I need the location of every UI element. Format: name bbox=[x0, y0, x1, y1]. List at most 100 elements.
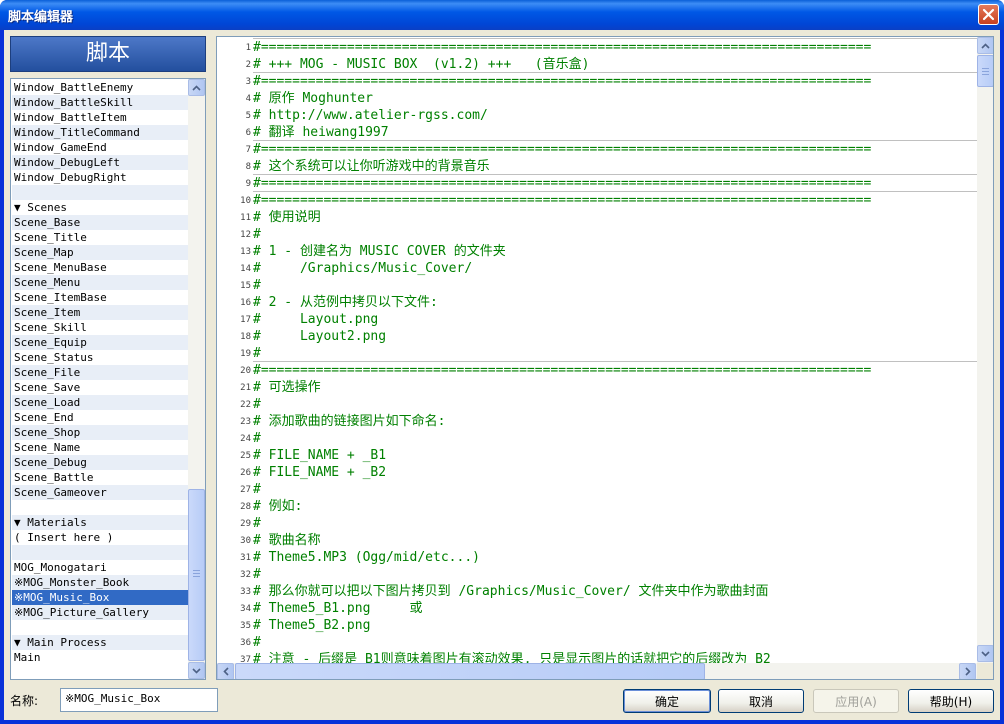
script-list-item[interactable] bbox=[12, 185, 188, 200]
script-list-item[interactable]: ※MOG_Music_Box bbox=[12, 590, 188, 605]
code-line[interactable]: # 歌曲名称 bbox=[253, 532, 321, 549]
script-list-item[interactable]: Scene_Skill bbox=[12, 320, 188, 335]
code-line[interactable]: # 1 - 创建名为 MUSIC COVER 的文件夹 bbox=[253, 243, 506, 260]
script-list-item[interactable]: Scene_Debug bbox=[12, 455, 188, 470]
scroll-right-button[interactable] bbox=[959, 663, 976, 679]
code-area[interactable]: #=======================================… bbox=[253, 37, 977, 663]
script-list-item[interactable]: ※MOG_Picture_Gallery bbox=[12, 605, 188, 620]
code-line[interactable]: # bbox=[253, 226, 261, 243]
script-list-item[interactable]: Window_DebugLeft bbox=[12, 155, 188, 170]
code-line[interactable]: #=======================================… bbox=[253, 192, 871, 209]
scroll-thumb[interactable] bbox=[188, 489, 205, 661]
code-line[interactable]: # Layout.png bbox=[253, 311, 378, 328]
code-line[interactable]: # FILE_NAME + _B1 bbox=[253, 447, 386, 464]
script-list-item[interactable]: Scene_Status bbox=[12, 350, 188, 365]
code-line[interactable]: # Theme5_B1.png 或 bbox=[253, 600, 423, 617]
script-list-item[interactable]: Scene_Map bbox=[12, 245, 188, 260]
code-line[interactable]: # bbox=[253, 430, 261, 447]
script-list-item[interactable]: Window_GameEnd bbox=[12, 140, 188, 155]
close-button[interactable] bbox=[978, 4, 999, 25]
script-list-item[interactable]: Window_BattleEnemy bbox=[12, 80, 188, 95]
code-line[interactable]: # Layout2.png bbox=[253, 328, 386, 345]
script-list-item[interactable]: ▼ Scenes bbox=[12, 200, 188, 215]
script-list-item[interactable]: Scene_Name bbox=[12, 440, 188, 455]
scroll-up-button[interactable] bbox=[977, 37, 993, 54]
code-line[interactable]: # 使用说明 bbox=[253, 209, 321, 226]
code-line[interactable]: # bbox=[253, 345, 261, 362]
code-line[interactable]: # bbox=[253, 515, 261, 532]
help-button[interactable]: 帮助(H) bbox=[908, 689, 994, 713]
code-line[interactable]: # 2 - 从范例中拷贝以下文件: bbox=[253, 294, 438, 311]
script-list-item[interactable]: Window_BattleSkill bbox=[12, 95, 188, 110]
code-line[interactable]: # 翻译 heiwang1997 bbox=[253, 124, 389, 141]
code-line[interactable]: # 注意 - 后缀是 B1则意味着图片有滚动效果, 只是显示图片的话就把它的后缀… bbox=[253, 651, 771, 663]
ok-button[interactable]: 确定 bbox=[623, 689, 711, 713]
script-list-item[interactable]: ※MOG_Monster_Book bbox=[12, 575, 188, 590]
scroll-down-button[interactable] bbox=[188, 662, 205, 679]
code-line[interactable]: # 例如: bbox=[253, 498, 302, 515]
line-number: 32 bbox=[240, 570, 251, 580]
code-line[interactable]: # Theme5_B2.png bbox=[253, 617, 370, 634]
script-list-item[interactable]: Scene_MenuBase bbox=[12, 260, 188, 275]
script-list-item[interactable]: Scene_Equip bbox=[12, 335, 188, 350]
editor-vertical-scrollbar[interactable] bbox=[977, 37, 993, 663]
script-list-item[interactable]: Scene_Title bbox=[12, 230, 188, 245]
script-list-item[interactable]: Scene_End bbox=[12, 410, 188, 425]
title-bar[interactable]: 脚本编辑器 bbox=[0, 0, 1004, 30]
script-list-item[interactable]: Scene_Battle bbox=[12, 470, 188, 485]
code-editor[interactable]: 1 2 3 4 5 6 7 8 9 10 11 12 13 14 15 16 17 18 19 20 21 22 23 24 2… bbox=[216, 36, 994, 680]
cancel-button[interactable]: 取消 bbox=[718, 689, 804, 713]
script-list-scrollbar[interactable] bbox=[188, 79, 205, 679]
apply-button[interactable]: 应用(A) bbox=[813, 689, 899, 713]
code-line[interactable]: # http://www.atelier-rgss.com/ bbox=[253, 107, 488, 124]
script-list-item[interactable]: Scene_ItemBase bbox=[12, 290, 188, 305]
code-line[interactable]: #=======================================… bbox=[253, 141, 871, 158]
code-line[interactable]: #=======================================… bbox=[253, 175, 871, 192]
scroll-thumb[interactable] bbox=[235, 663, 705, 679]
script-list-item[interactable]: ▼ Materials bbox=[12, 515, 188, 530]
code-line[interactable]: #=======================================… bbox=[253, 73, 871, 90]
code-line[interactable]: # bbox=[253, 634, 261, 651]
code-line[interactable]: #=======================================… bbox=[253, 362, 871, 379]
script-list[interactable]: Window_BattleEnemy Window_BattleSkill Wind… bbox=[10, 78, 206, 680]
code-line[interactable]: # 那么你就可以把以下图片拷贝到 /Graphics/Music_Cover/ … bbox=[253, 583, 769, 600]
code-line[interactable]: # 可选操作 bbox=[253, 379, 321, 396]
script-list-item[interactable]: Window_TitleCommand bbox=[12, 125, 188, 140]
editor-horizontal-scrollbar[interactable] bbox=[217, 663, 977, 679]
script-list-item[interactable]: Scene_Save bbox=[12, 380, 188, 395]
script-list-item[interactable]: Window_BattleItem bbox=[12, 110, 188, 125]
script-list-item[interactable]: ( Insert here ) bbox=[12, 530, 188, 545]
script-name-field[interactable]: ※MOG_Music_Box bbox=[60, 688, 218, 712]
script-list-item[interactable]: Main bbox=[12, 650, 188, 665]
code-line[interactable]: # /Graphics/Music_Cover/ bbox=[253, 260, 472, 277]
script-list-item[interactable]: Scene_Shop bbox=[12, 425, 188, 440]
scroll-up-button[interactable] bbox=[188, 79, 205, 96]
code-line[interactable]: # +++ MOG - MUSIC BOX (v1.2) +++ (音乐盒) bbox=[253, 56, 589, 73]
code-line[interactable]: # 添加歌曲的链接图片如下命名: bbox=[253, 413, 445, 430]
script-list-item[interactable] bbox=[12, 545, 188, 560]
script-list-item[interactable]: Scene_Item bbox=[12, 305, 188, 320]
script-list-item[interactable]: Scene_Menu bbox=[12, 275, 188, 290]
scroll-down-button[interactable] bbox=[977, 645, 993, 662]
script-list-item[interactable]: Scene_Gameover bbox=[12, 485, 188, 500]
code-line[interactable]: # bbox=[253, 481, 261, 498]
script-list-item[interactable] bbox=[12, 500, 188, 515]
script-list-item[interactable]: Window_DebugRight bbox=[12, 170, 188, 185]
script-list-item[interactable]: MOG_Monogatari bbox=[12, 560, 188, 575]
code-line[interactable]: # bbox=[253, 396, 261, 413]
code-line[interactable]: # FILE_NAME + _B2 bbox=[253, 464, 386, 481]
code-line[interactable]: # 原作 Moghunter bbox=[253, 90, 373, 107]
code-line[interactable]: #=======================================… bbox=[253, 39, 871, 56]
scroll-left-button[interactable] bbox=[217, 663, 234, 679]
script-list-item[interactable]: Scene_Base bbox=[12, 215, 188, 230]
code-line[interactable]: # bbox=[253, 277, 261, 294]
code-line[interactable]: # 这个系统可以让你听游戏中的背景音乐 bbox=[253, 158, 490, 175]
window-title: 脚本编辑器 bbox=[8, 10, 74, 25]
script-list-item[interactable]: Scene_Load bbox=[12, 395, 188, 410]
code-line[interactable]: # Theme5.MP3 (Ogg/mid/etc...) bbox=[253, 549, 480, 566]
script-list-item[interactable]: ▼ Main Process bbox=[12, 635, 188, 650]
code-line[interactable]: # bbox=[253, 566, 261, 583]
script-list-item[interactable]: Scene_File bbox=[12, 365, 188, 380]
scroll-thumb[interactable] bbox=[977, 55, 993, 87]
script-list-item[interactable] bbox=[12, 620, 188, 635]
